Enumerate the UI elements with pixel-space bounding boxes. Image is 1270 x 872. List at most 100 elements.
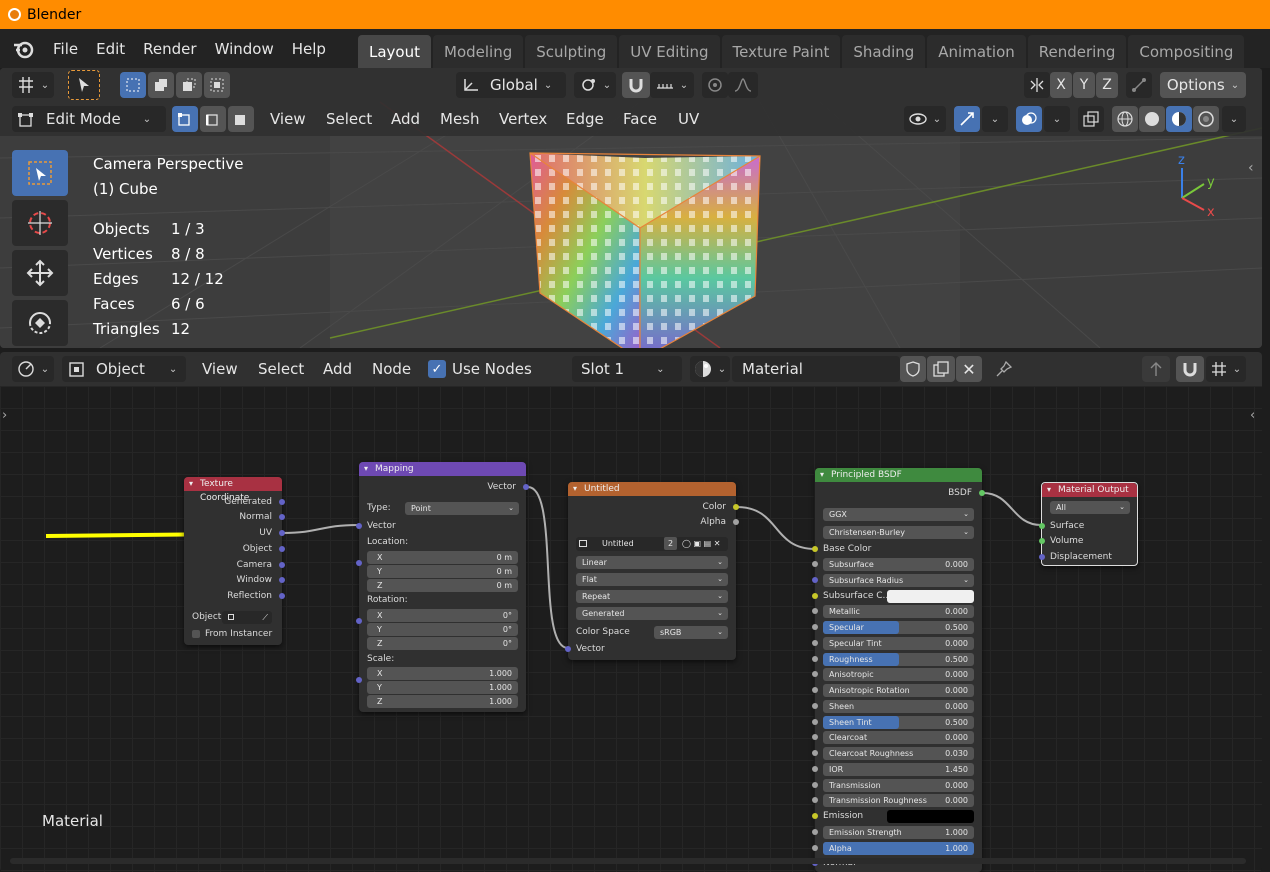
shading-dropdown[interactable]: ⌄ <box>1222 106 1246 132</box>
target-dropdown[interactable]: All ⌄ <box>1050 501 1130 514</box>
face-select-icon[interactable] <box>228 106 254 132</box>
vp-menu-edge[interactable]: Edge <box>558 110 612 128</box>
bsdf-param-sheen-field[interactable]: Sheen 0.000 <box>823 699 974 713</box>
snap-toggle[interactable] <box>622 72 650 98</box>
socket[interactable] <box>279 499 285 505</box>
socket[interactable] <box>279 562 285 568</box>
cursor-tool[interactable] <box>12 200 68 246</box>
options-dropdown[interactable]: Options ⌄ <box>1160 72 1246 98</box>
socket[interactable] <box>812 655 818 662</box>
socket[interactable] <box>812 546 818 552</box>
vp-menu-face[interactable]: Face <box>615 110 665 128</box>
select-extend-icon[interactable] <box>148 72 174 98</box>
socket[interactable] <box>1039 538 1045 544</box>
socket[interactable] <box>279 577 285 583</box>
socket[interactable] <box>812 687 818 693</box>
distribution-dropdown[interactable]: GGX ⌄ <box>823 508 974 521</box>
bsdf-param-clearcoat-field[interactable]: Clearcoat 0.000 <box>823 731 974 745</box>
socket[interactable] <box>812 828 818 835</box>
extension-dropdown[interactable]: Repeat ⌄ <box>576 590 728 603</box>
node-texture-coordinate[interactable]: Texture Coordinate Generated Normal UV O… <box>184 477 285 645</box>
orientation-dropdown[interactable]: Global ⌄ <box>456 72 566 98</box>
edge-select-icon[interactable] <box>200 106 226 132</box>
snap-target-dropdown[interactable]: ⌄ <box>650 72 694 98</box>
node-header[interactable]: Texture Coordinate <box>184 477 282 503</box>
bsdf-param-alpha-field[interactable]: Alpha 1.000 <box>823 841 974 855</box>
scale-z-field[interactable]: Z 1.000 <box>367 695 518 708</box>
select-subtract-icon[interactable] <box>176 72 202 98</box>
menu-render[interactable]: Render <box>134 40 205 58</box>
image-datablock[interactable]: Untitled 2 ◯ ▣ ▤ ✕ <box>576 537 728 551</box>
overlays-toggle[interactable] <box>1016 106 1042 132</box>
socket[interactable] <box>733 519 739 525</box>
node-principled-bsdf[interactable]: Principled BSDF BSDF GGX⌄ Christensen-Bu… <box>812 468 985 872</box>
from-instancer-checkbox[interactable]: From Instancer <box>184 627 282 641</box>
socket[interactable] <box>812 765 818 772</box>
tab-layout[interactable]: Layout <box>358 35 431 68</box>
material-preview-icon[interactable] <box>1166 106 1192 132</box>
tab-texture-paint[interactable]: Texture Paint <box>721 35 841 68</box>
source-dropdown[interactable]: Generated ⌄ <box>576 607 728 620</box>
transform-pivot-button[interactable]: ⌄ <box>12 72 54 98</box>
node-header[interactable]: Mapping <box>359 462 526 476</box>
visibility-dropdown[interactable]: ⌄ <box>904 106 946 132</box>
select-new-icon[interactable] <box>120 72 146 98</box>
socket[interactable] <box>812 671 818 678</box>
socket[interactable] <box>1039 523 1045 529</box>
socket[interactable] <box>523 484 529 490</box>
socket[interactable] <box>812 750 818 756</box>
gizmo-dropdown[interactable]: ⌄ <box>982 106 1008 132</box>
mirror-options-icon[interactable] <box>1024 72 1050 98</box>
node-mapping[interactable]: Mapping Vector Type: Point⌄ Vector Locat… <box>356 462 529 712</box>
socket[interactable] <box>812 844 818 851</box>
axis-z-toggle[interactable]: Z <box>1096 72 1118 98</box>
vp-menu-add[interactable]: Add <box>383 110 428 128</box>
socket[interactable] <box>812 813 818 819</box>
tab-sculpting[interactable]: Sculpting <box>525 35 618 68</box>
3d-viewport[interactable]: z y x ⌄ Global ⌄ ⌄ ⌄ X Y Z Options ⌄ Edi… <box>0 68 1262 348</box>
node-material-output[interactable]: Material Output All⌄ Surface Volume Disp… <box>1039 482 1138 566</box>
tab-compositing[interactable]: Compositing <box>1128 35 1245 68</box>
socket[interactable] <box>279 593 285 599</box>
blender-menu-icon[interactable] <box>10 36 36 62</box>
mode-dropdown[interactable]: Edit Mode ⌄ <box>12 106 166 132</box>
sidebar-toggle-icon[interactable]: ‹ <box>1248 160 1254 176</box>
bsdf-param-ior-field[interactable]: IOR 1.450 <box>823 762 974 776</box>
scale-x-field[interactable]: X 1.000 <box>367 667 518 680</box>
socket[interactable] <box>812 608 818 615</box>
socket[interactable] <box>279 530 285 536</box>
socket[interactable] <box>279 514 285 520</box>
bsdf-param-transmission-roughness-field[interactable]: Transmission Roughness 0.000 <box>823 794 974 808</box>
socket[interactable] <box>565 646 571 652</box>
axis-x-toggle[interactable]: X <box>1050 72 1072 98</box>
socket[interactable] <box>812 561 818 567</box>
bsdf-param-specular-field[interactable]: Specular 0.500 <box>823 621 974 634</box>
projection-dropdown[interactable]: Flat ⌄ <box>576 573 728 586</box>
rotation-z-field[interactable]: Z 0° <box>367 637 518 650</box>
socket[interactable] <box>812 702 818 709</box>
menu-help[interactable]: Help <box>283 40 335 58</box>
axis-y-toggle[interactable]: Y <box>1073 72 1095 98</box>
socket[interactable] <box>812 718 818 725</box>
color-space-dropdown[interactable]: sRGB ⌄ <box>654 626 728 639</box>
wireframe-shading-icon[interactable] <box>1112 106 1138 132</box>
bsdf-param-roughness-field[interactable]: Roughness 0.500 <box>823 652 974 666</box>
auto-merge-icon[interactable] <box>1126 72 1152 98</box>
subsurface-method-dropdown[interactable]: Christensen-Burley ⌄ <box>823 526 974 539</box>
tab-shading[interactable]: Shading <box>842 35 926 68</box>
gizmo-toggle[interactable] <box>954 106 980 132</box>
subsurface-color-swatch[interactable] <box>887 589 974 603</box>
socket[interactable] <box>812 734 818 741</box>
bsdf-param-emission-strength-field[interactable]: Emission Strength 1.000 <box>823 825 974 839</box>
move-tool[interactable] <box>12 250 68 296</box>
bsdf-param-subsurface-radius-field[interactable]: Subsurface Radius ⌄ <box>823 573 974 587</box>
socket[interactable] <box>356 560 362 566</box>
rendered-shading-icon[interactable] <box>1193 106 1219 132</box>
socket[interactable] <box>356 618 362 624</box>
node-image-texture[interactable]: Untitled Color Alpha Untitled 2 ◯ ▣ ▤ ✕ … <box>565 482 739 660</box>
select-invert-icon[interactable] <box>204 72 230 98</box>
horizontal-scrollbar[interactable] <box>10 858 1246 864</box>
overlays-dropdown[interactable]: ⌄ <box>1044 106 1070 132</box>
vp-menu-vertex[interactable]: Vertex <box>491 110 555 128</box>
type-dropdown[interactable]: Point ⌄ <box>405 502 519 515</box>
